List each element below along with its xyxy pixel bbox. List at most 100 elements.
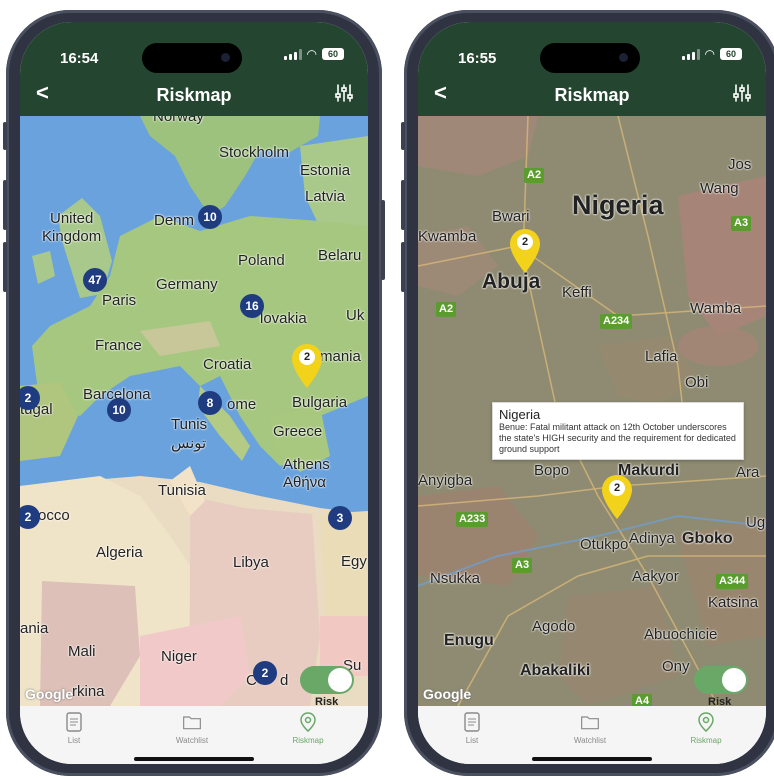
map-label: rkina xyxy=(72,683,105,700)
filter-icon[interactable] xyxy=(334,83,354,103)
map-label: Adinya xyxy=(629,530,675,547)
map-label: Mali xyxy=(68,643,96,660)
risk-pin-marker[interactable]: 2 xyxy=(290,343,324,389)
tab-list[interactable]: List xyxy=(432,711,512,745)
map-label: Aakyor xyxy=(632,568,679,585)
map-label: Anyigba xyxy=(418,472,473,489)
tooltip-body: Benue: Fatal militant attack on 12th Oct… xyxy=(499,422,736,454)
map-cluster-marker[interactable]: 2 xyxy=(253,661,277,685)
phone-frame-right: 16:55 ◠ 60 < Riskmap Jos Wang Nigeria Bw… xyxy=(401,10,774,776)
folder-icon xyxy=(183,716,201,730)
signal-icon xyxy=(283,48,302,60)
map-label: Gboko xyxy=(682,530,733,547)
page-title: Riskmap xyxy=(156,85,232,105)
road-shield: A344 xyxy=(716,574,749,589)
risk-info-tooltip[interactable]: Nigeria Benue: Fatal militant attack on … xyxy=(492,402,744,460)
map-label: Estonia xyxy=(300,162,351,179)
tab-watchlist[interactable]: Watchlist xyxy=(550,711,630,745)
map-view[interactable]: Norway Stockholm Estonia Latvia United K… xyxy=(20,116,368,706)
map-label: Germany xyxy=(156,276,218,293)
map-cluster-marker[interactable]: 10 xyxy=(198,205,222,229)
map-label: ania xyxy=(20,620,49,637)
phone-frame-left: 16:54 ◠ 60 < Riskmap Norway Stockholm Es… xyxy=(3,10,385,776)
map-cluster-marker[interactable]: 16 xyxy=(240,294,264,318)
tab-riskmap[interactable]: Riskmap xyxy=(268,711,348,745)
map-label: Tunisia xyxy=(158,482,206,499)
tab-watchlist[interactable]: Watchlist xyxy=(152,711,232,745)
road-shield: A4 xyxy=(632,694,653,706)
map-label: Enugu xyxy=(444,632,494,649)
tab-label: List xyxy=(67,736,81,745)
map-label: Nigeria xyxy=(572,190,664,220)
map-label: Bulgaria xyxy=(292,394,348,411)
map-label: Paris xyxy=(102,292,137,309)
road-shield: A233 xyxy=(456,512,489,527)
map-label: ome xyxy=(227,396,257,413)
google-logo: Google xyxy=(423,686,472,702)
tab-label: List xyxy=(465,736,479,745)
map-label: Bwari xyxy=(492,208,530,225)
risk-toggle-label: Risk xyxy=(708,696,732,706)
map-label: Nsukka xyxy=(430,570,481,587)
map-label: Jos xyxy=(728,156,752,173)
map-label: Lafia xyxy=(645,348,678,365)
map-label: France xyxy=(95,337,142,354)
home-indicator xyxy=(532,757,652,761)
map-cluster-marker[interactable]: 8 xyxy=(198,391,222,415)
status-icons: ◠ 60 xyxy=(283,47,344,61)
map-label: Athens xyxy=(283,456,330,473)
wifi-icon: ◠ xyxy=(306,47,317,61)
filter-icon[interactable] xyxy=(732,83,752,103)
road-shield: A2 xyxy=(436,302,457,317)
map-label: occo xyxy=(38,507,70,524)
tab-label: Watchlist xyxy=(573,736,607,745)
map-label: United xyxy=(50,210,94,227)
tooltip-title: Nigeria xyxy=(499,407,541,422)
map-view[interactable]: Jos Wang Nigeria Bwari Kwamba Abuja Keff… xyxy=(418,116,766,706)
map-cluster-marker[interactable]: 3 xyxy=(328,506,352,530)
map-label: Kwamba xyxy=(418,228,477,245)
risk-pin-marker[interactable]: 2 xyxy=(600,474,634,520)
pin-count: 2 xyxy=(299,349,315,365)
map-label: Keffi xyxy=(562,284,592,301)
document-icon xyxy=(464,712,480,732)
road-shield: A3 xyxy=(731,216,752,231)
home-indicator xyxy=(134,757,254,761)
status-time: 16:54 xyxy=(60,50,99,67)
map-label: Katsina xyxy=(708,594,759,611)
map-label: Croatia xyxy=(203,356,252,373)
mute-switch xyxy=(3,122,7,150)
map-label: Otukpo xyxy=(580,536,629,553)
battery-icon: 60 xyxy=(322,48,344,60)
map-cluster-marker[interactable]: 10 xyxy=(107,398,131,422)
tab-bar: List Watchlist Riskmap xyxy=(20,706,368,764)
screen-left: 16:54 ◠ 60 < Riskmap Norway Stockholm Es… xyxy=(20,22,368,764)
tab-list[interactable]: List xyxy=(34,711,114,745)
map-label: Tunis xyxy=(171,416,208,433)
map-cluster-marker[interactable]: 47 xyxy=(83,268,107,292)
risk-toggle[interactable] xyxy=(300,666,354,694)
page-title: Riskmap xyxy=(554,85,630,105)
google-logo: Google xyxy=(25,686,74,702)
map-label: Bopo xyxy=(534,462,570,479)
tab-label: Watchlist xyxy=(175,736,209,745)
dynamic-island xyxy=(142,43,242,73)
risk-pin-marker[interactable]: 2 xyxy=(508,228,542,274)
map-label: Kingdom xyxy=(42,228,102,245)
pin-count: 2 xyxy=(609,480,625,496)
mute-switch xyxy=(401,122,405,150)
map-label: Ug xyxy=(746,514,766,531)
tab-riskmap[interactable]: Riskmap xyxy=(666,711,746,745)
map-label: mania xyxy=(320,348,361,365)
map-label: Niger xyxy=(161,648,197,665)
map-label: Libya xyxy=(233,554,269,571)
volume-down-button xyxy=(3,242,7,292)
status-time: 16:55 xyxy=(458,50,497,67)
risk-toggle[interactable] xyxy=(694,666,748,694)
map-label: Latvia xyxy=(305,188,346,205)
screen-right: 16:55 ◠ 60 < Riskmap Jos Wang Nigeria Bw… xyxy=(418,22,766,764)
map-label: Abuochicie xyxy=(644,626,718,643)
map-label: Poland xyxy=(238,252,285,269)
map-label: تونس xyxy=(171,435,207,452)
map-label: lovakia xyxy=(260,310,307,327)
